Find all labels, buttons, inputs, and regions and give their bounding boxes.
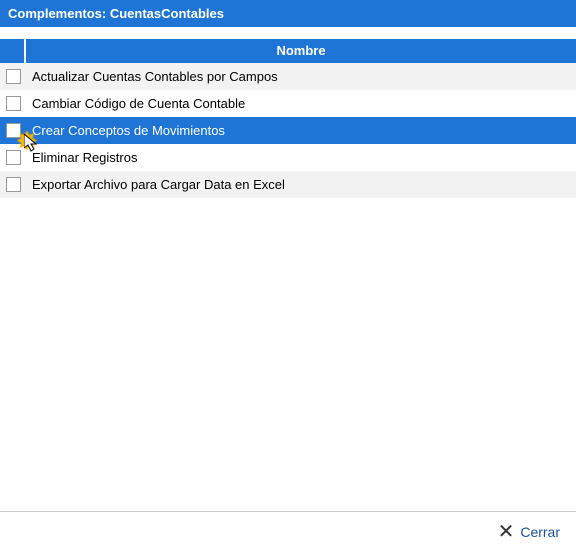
close-button[interactable]: ✕ Cerrar [498,522,560,542]
row-checkbox[interactable] [6,69,21,84]
items-list: Actualizar Cuentas Contables por CamposC… [0,63,576,198]
table-header: Nombre [0,39,576,63]
list-item[interactable]: Eliminar Registros [0,144,576,171]
close-label: Cerrar [520,524,560,540]
row-label: Crear Conceptos de Movimientos [26,117,576,144]
list-item[interactable]: Crear Conceptos de Movimientos [0,117,576,144]
row-checkbox[interactable] [6,96,21,111]
row-label: Eliminar Registros [26,144,576,171]
list-item[interactable]: Actualizar Cuentas Contables por Campos [0,63,576,90]
table-header-checkbox-col [0,39,26,63]
window-title: Complementos: CuentasContables [0,0,576,27]
row-checkbox-cell[interactable] [0,96,26,111]
row-checkbox-cell[interactable] [0,69,26,84]
list-item[interactable]: Exportar Archivo para Cargar Data en Exc… [0,171,576,198]
list-item[interactable]: Cambiar Código de Cuenta Contable [0,90,576,117]
row-label: Actualizar Cuentas Contables por Campos [26,63,576,90]
row-checkbox[interactable] [6,123,21,138]
row-checkbox-cell[interactable] [0,177,26,192]
close-icon: ✕ [498,522,515,542]
row-checkbox[interactable] [6,150,21,165]
footer-bar: ✕ Cerrar [0,511,576,551]
row-checkbox[interactable] [6,177,21,192]
row-label: Cambiar Código de Cuenta Contable [26,90,576,117]
row-label: Exportar Archivo para Cargar Data en Exc… [26,171,576,198]
row-checkbox-cell[interactable] [0,150,26,165]
row-checkbox-cell[interactable] [0,123,26,138]
table-header-name: Nombre [26,39,576,63]
